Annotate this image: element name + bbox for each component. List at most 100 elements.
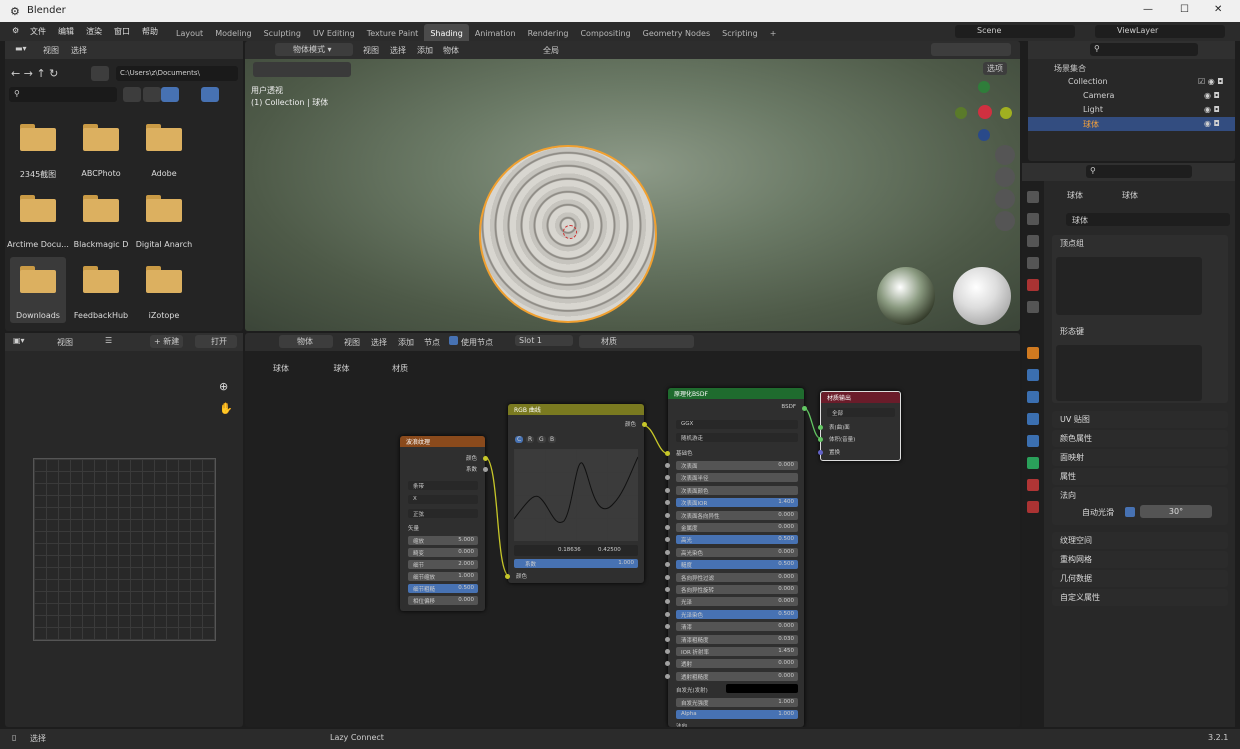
input-socket[interactable]	[665, 549, 670, 555]
visibility-icons[interactable]: ◉ ◘	[1204, 119, 1220, 128]
channel-g-button[interactable]: G	[537, 436, 546, 443]
output-socket[interactable]	[483, 467, 488, 472]
display-vertical-button[interactable]	[143, 87, 161, 102]
mesh-data-icon[interactable]	[1027, 457, 1039, 469]
input-socket[interactable]	[665, 636, 670, 642]
new-folder-button[interactable]	[91, 66, 109, 81]
folder-icon[interactable]	[146, 123, 182, 151]
input-socket[interactable]	[665, 599, 670, 605]
geometry-data-panel[interactable]: 几何数据	[1052, 570, 1228, 587]
hand-icon[interactable]: ✋	[219, 402, 233, 415]
input-socket[interactable]	[505, 574, 510, 579]
alpha-field[interactable]: Alpha 1.000	[676, 710, 798, 719]
properties-search-input[interactable]: ⚲	[1086, 165, 1192, 178]
input-socket[interactable]	[665, 587, 670, 592]
bsdf-field[interactable]: 透射 0.000	[665, 659, 798, 669]
outliner-item-camera[interactable]: Camera	[1083, 91, 1114, 100]
input-socket[interactable]	[665, 512, 670, 518]
visibility-icons[interactable]: ◉ ◘	[1204, 91, 1220, 100]
modifier-icon[interactable]	[1027, 369, 1039, 381]
phase-offset-field[interactable]: 相位偏移 0.000	[408, 596, 478, 605]
outliner-item-light[interactable]: Light	[1083, 105, 1103, 114]
zoom-icon[interactable]	[995, 145, 1015, 165]
bsdf-field[interactable]: 次表面颜色	[665, 485, 798, 495]
bsdf-field[interactable]: 次表面IOR 1.400	[665, 498, 798, 508]
object-icon[interactable]	[1027, 347, 1039, 359]
input-socket[interactable]	[665, 649, 670, 654]
new-image-button[interactable]: + 新建	[150, 335, 184, 348]
folder-icon[interactable]	[20, 123, 56, 151]
uv-grid[interactable]	[33, 458, 216, 641]
factor-field[interactable]: 系数 1.000	[514, 559, 638, 568]
physics-icon[interactable]	[1027, 413, 1039, 425]
input-socket[interactable]	[665, 537, 670, 543]
parent-dir-icon[interactable]: ↑	[36, 67, 45, 80]
output-socket[interactable]	[642, 422, 647, 427]
minimize-button[interactable]: —	[1143, 4, 1153, 15]
rgb-curves-node[interactable]: RGB 曲线 颜色 C R G B 0.18636 0.42500 系数 1.00…	[505, 404, 647, 583]
shape-key-list[interactable]	[1056, 345, 1202, 401]
image-editor[interactable]: ▣▾ 视图 ☰ + 新建 打开 ⊕ ✋	[5, 333, 243, 727]
bsdf-field[interactable]: 次表面各向异性 0.000	[665, 510, 798, 520]
distribution-dropdown[interactable]: GGX	[676, 420, 798, 429]
input-socket[interactable]	[665, 661, 670, 667]
remesh-panel[interactable]: 重构网格	[1052, 551, 1228, 568]
filter-search-input[interactable]: ⚲	[9, 87, 117, 102]
detail-roughness-field[interactable]: 细节粗糙 0.500	[408, 584, 478, 593]
shape-keys-panel[interactable]: 形态键	[1052, 323, 1228, 403]
bsdf-field[interactable]: 清漆粗糙度 0.030	[665, 634, 798, 644]
menu-object[interactable]: 物体	[443, 45, 459, 56]
channel-c-button[interactable]: C	[515, 436, 524, 443]
menu-view[interactable]: 视图	[43, 45, 59, 56]
bands-dropdown[interactable]: 条带	[408, 481, 478, 490]
output-icon[interactable]	[1027, 235, 1039, 247]
folder-icon[interactable]	[146, 265, 182, 293]
menu-render[interactable]: 渲染	[86, 27, 102, 36]
direction-dropdown[interactable]: X	[408, 495, 478, 504]
tool-icon[interactable]	[1027, 191, 1039, 203]
close-button[interactable]: ✕	[1214, 4, 1222, 15]
input-socket[interactable]	[818, 437, 823, 442]
input-socket[interactable]	[665, 525, 670, 530]
blender-menu-icon[interactable]: ⚙	[12, 26, 19, 35]
input-socket[interactable]	[665, 475, 670, 481]
menu-view[interactable]: 视图	[57, 337, 73, 348]
list-icon[interactable]: ☰	[105, 336, 112, 345]
bsdf-field[interactable]: 清漆 0.000	[665, 622, 798, 632]
bsdf-field[interactable]: 各向异性过滤 0.000	[665, 572, 798, 582]
scale-field[interactable]: 缩放 5.000	[408, 536, 478, 545]
input-socket[interactable]	[665, 574, 670, 580]
render-icon[interactable]	[1027, 213, 1039, 225]
bsdf-field[interactable]: 透射粗糙度 0.000	[665, 671, 798, 681]
visibility-icons[interactable]: ◉ ◘	[1204, 105, 1220, 114]
bsdf-field[interactable]: 光泽染色 0.500	[665, 609, 798, 619]
bsdf-field[interactable]: 次表面 0.000	[665, 461, 798, 470]
3d-viewport[interactable]: 物体模式 ▾ 视图 选择 添加 物体 全局 选项 用户透视 (1) Collec…	[245, 41, 1020, 331]
folder-icon[interactable]	[83, 194, 119, 222]
gizmo-x[interactable]	[978, 105, 992, 119]
bsdf-field[interactable]: 高光 0.500	[665, 535, 798, 545]
shader-node-editor[interactable]: 物体 视图 选择 添加 节点 使用节点 Slot 1 材质 球体 球体 材质 波…	[245, 333, 1020, 727]
menu-select[interactable]: 选择	[390, 45, 406, 56]
curve-graph[interactable]	[513, 449, 639, 541]
menu-window[interactable]: 窗口	[114, 27, 130, 36]
channel-r-button[interactable]: R	[526, 436, 535, 443]
menu-file[interactable]: 文件	[30, 27, 46, 36]
display-list-button[interactable]	[123, 87, 141, 102]
particles-icon[interactable]	[1027, 391, 1039, 403]
open-image-button[interactable]: 打开	[195, 335, 237, 348]
menu-add[interactable]: 添加	[417, 45, 433, 56]
menu-select[interactable]: 选择	[71, 45, 87, 56]
detail-scale-field[interactable]: 细节缩放 1.000	[408, 572, 478, 581]
auto-smooth-angle-field[interactable]: 30°	[1140, 505, 1212, 518]
output-socket[interactable]	[802, 406, 807, 411]
gizmo-neg-y[interactable]	[955, 107, 967, 119]
bsdf-field[interactable]: 各向异性旋转 0.000	[665, 585, 798, 594]
bsdf-field[interactable]: 糙度 0.500	[665, 560, 798, 570]
filter-icon[interactable]	[201, 87, 219, 102]
input-socket[interactable]	[665, 611, 670, 617]
folder-icon[interactable]	[20, 265, 56, 293]
options-button[interactable]: 选项	[983, 62, 1007, 75]
texture-icon[interactable]	[1027, 501, 1039, 513]
input-socket[interactable]	[665, 624, 670, 630]
